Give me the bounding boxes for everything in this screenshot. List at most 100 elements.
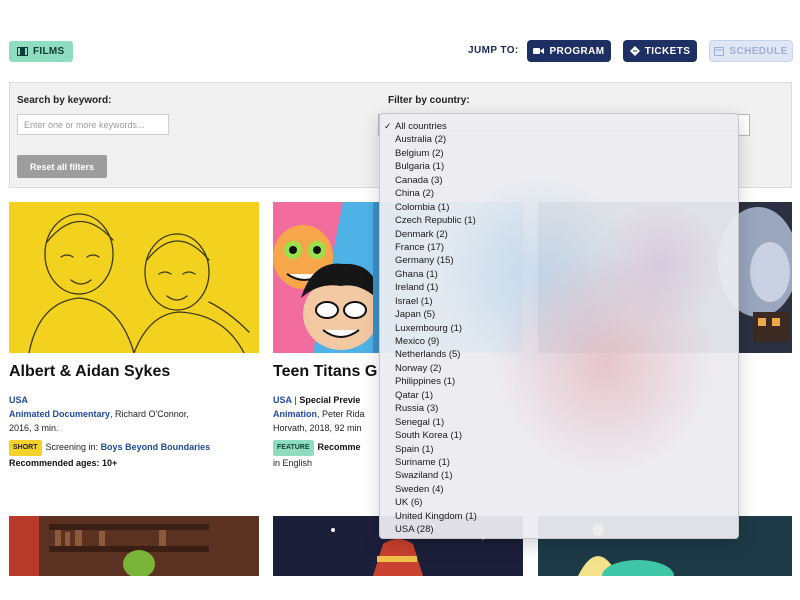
- ages-label: Recommended ages:: [9, 458, 100, 468]
- country-dropdown-menu[interactable]: ✓ All countries Australia (2) Belgium (2) Bu…: [379, 113, 739, 539]
- country-option[interactable]: Ireland (1): [380, 281, 738, 294]
- country-option[interactable]: Canada (3): [380, 174, 738, 187]
- country-option[interactable]: China (2): [380, 187, 738, 200]
- country-option[interactable]: Belgium (2): [380, 147, 738, 160]
- separator: |: [294, 395, 297, 405]
- country-option[interactable]: United Kingdom (1): [380, 510, 738, 523]
- country-option[interactable]: Spain (1): [380, 443, 738, 456]
- country-option-label: Netherlands (5): [395, 349, 461, 361]
- country-option[interactable]: Philippines (1): [380, 375, 738, 388]
- video-camera-icon: [533, 48, 545, 54]
- film-country-link[interactable]: USA: [273, 395, 292, 405]
- keyword-label: Search by keyword:: [17, 95, 112, 106]
- country-option-label: USA (28): [395, 524, 434, 536]
- country-option[interactable]: South Korea (1): [380, 429, 738, 442]
- film-genre-link[interactable]: Animated Documentary: [9, 409, 110, 419]
- country-option[interactable]: Senegal (1): [380, 416, 738, 429]
- country-option[interactable]: Australia (2): [380, 133, 738, 146]
- country-option[interactable]: Japan (5): [380, 308, 738, 321]
- tickets-button[interactable]: TICKETS: [623, 40, 697, 62]
- country-option[interactable]: Denmark (2): [380, 228, 738, 241]
- country-option[interactable]: Colombia (1): [380, 201, 738, 214]
- country-option-label: Canada (3): [395, 174, 443, 186]
- film-genre-link[interactable]: Animation: [273, 409, 317, 419]
- country-option-label: Japan (5): [395, 309, 436, 321]
- tickets-label: TICKETS: [644, 45, 691, 57]
- program-label: PROGRAM: [549, 45, 605, 57]
- films-label: FILMS: [33, 46, 65, 57]
- country-option-label: Czech Republic (1): [395, 215, 476, 227]
- schedule-button[interactable]: SCHEDULE: [709, 40, 793, 62]
- country-option-label: Ghana (1): [395, 268, 438, 280]
- country-option[interactable]: Ghana (1): [380, 268, 738, 281]
- keyword-search-input[interactable]: [17, 114, 169, 135]
- special-preview: Special Previe: [299, 395, 361, 405]
- film-title[interactable]: Teen Titans G: [273, 363, 377, 381]
- film-details: 2016, 3 min.: [9, 423, 59, 433]
- films-badge[interactable]: FILMS: [9, 41, 73, 62]
- feature-tag: FEATURE: [273, 440, 314, 456]
- country-option-label: Norway (2): [395, 362, 442, 374]
- country-option-label: France (17): [395, 241, 445, 253]
- film-image-albert-aidan[interactable]: [9, 202, 259, 353]
- country-option-label: Spain (1): [395, 443, 434, 455]
- film-title[interactable]: Albert & Aidan Sykes: [9, 363, 170, 381]
- country-option-label: Ireland (1): [395, 282, 439, 294]
- film-country-link[interactable]: USA: [9, 395, 28, 405]
- schedule-label: SCHEDULE: [729, 45, 788, 57]
- program-button[interactable]: PROGRAM: [527, 40, 611, 62]
- country-option-label: Qatar (1): [395, 389, 434, 401]
- country-option-label: United Kingdom (1): [395, 510, 477, 522]
- country-option[interactable]: France (17): [380, 241, 738, 254]
- country-option[interactable]: Czech Republic (1): [380, 214, 738, 227]
- country-option-label: All countries: [395, 121, 447, 132]
- country-option[interactable]: Qatar (1): [380, 389, 738, 402]
- country-option-label: UK (6): [395, 497, 423, 509]
- country-option[interactable]: ✓ All countries: [380, 120, 738, 133]
- country-option-label: Denmark (2): [395, 228, 448, 240]
- country-option-label: Mexico (9): [395, 336, 440, 347]
- country-option-label: Philippines (1): [395, 376, 456, 388]
- country-option-label: Russia (3): [395, 403, 439, 415]
- country-option-label: Bulgaria (1): [395, 161, 445, 173]
- program-link[interactable]: Boys Beyond Boundaries: [101, 442, 211, 452]
- country-option[interactable]: Suriname (1): [380, 456, 738, 469]
- country-option[interactable]: Luxembourg (1): [380, 322, 738, 335]
- film-details: Horvath, 2018, 92 min: [273, 423, 362, 433]
- country-option[interactable]: Israel (1): [380, 295, 738, 308]
- country-option-label: Colombia (1): [395, 201, 450, 213]
- country-label: Filter by country:: [388, 95, 470, 106]
- country-option-label: South Korea (1): [395, 430, 463, 442]
- ages-value: 10+: [102, 458, 118, 468]
- film-icon: [17, 47, 28, 56]
- country-option[interactable]: Norway (2): [380, 362, 738, 375]
- jump-to-label: JUMP TO:: [468, 45, 519, 56]
- country-option[interactable]: Germany (15): [380, 254, 738, 267]
- country-option[interactable]: Mexico (9): [380, 335, 738, 348]
- country-option[interactable]: Bulgaria (1): [380, 160, 738, 173]
- country-option[interactable]: USA (28): [380, 523, 738, 536]
- screening-label: Screening in:: [45, 442, 99, 452]
- country-option[interactable]: UK (6): [380, 496, 738, 509]
- country-option-label: China (2): [395, 188, 435, 200]
- short-tag: SHORT: [9, 440, 42, 456]
- country-option[interactable]: Sweden (4): [380, 483, 738, 496]
- country-option[interactable]: Swaziland (1): [380, 469, 738, 482]
- country-option-label: Senegal (1): [395, 416, 445, 428]
- country-option[interactable]: Russia (3): [380, 402, 738, 415]
- film-meta: USA | Special Previe Animation, Peter Ri…: [273, 393, 365, 470]
- reset-filters-button[interactable]: Reset all filters: [17, 155, 107, 178]
- film-meta: USA Animated Documentary, Richard O'Conn…: [9, 393, 210, 470]
- calendar-icon: [714, 47, 725, 56]
- film-credits: , Peter Rida: [317, 409, 365, 419]
- bookshelf-scene-illustration: [9, 516, 259, 576]
- ticket-icon: [629, 46, 640, 56]
- sketch-portrait-illustration: [28, 213, 250, 353]
- country-option-label: Luxembourg (1): [395, 322, 463, 334]
- country-option[interactable]: Netherlands (5): [380, 348, 738, 361]
- country-option-label: Sweden (4): [395, 483, 444, 495]
- film-image-bottom-1[interactable]: [9, 516, 259, 576]
- country-option-label: Israel (1): [395, 295, 433, 307]
- country-option-list: ✓ All countries Australia (2) Belgium (2) Bu…: [380, 120, 738, 537]
- film-credits: , Richard O'Connor,: [110, 409, 189, 419]
